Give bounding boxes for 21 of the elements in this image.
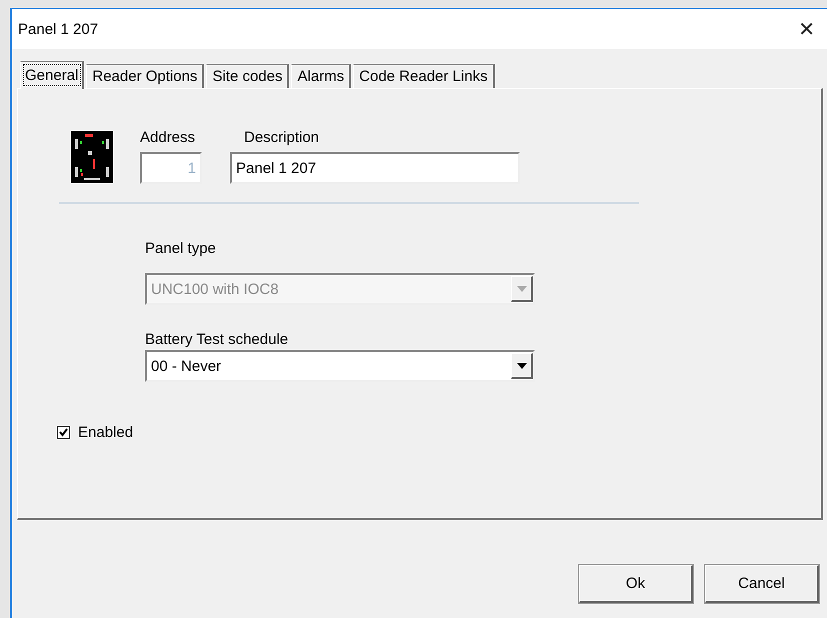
dialog-button[interactable]: Cancel xyxy=(705,565,819,603)
tab[interactable]: Reader Options xyxy=(86,64,204,88)
tab[interactable]: Site codes xyxy=(206,64,290,88)
field-label: Panel type xyxy=(145,240,217,257)
close-button[interactable]: ✕ xyxy=(794,17,819,41)
caret-icon xyxy=(516,362,526,368)
check-icon xyxy=(59,428,68,437)
dropdown-field[interactable]: 00 - Never xyxy=(145,350,535,382)
tab[interactable]: Code Reader Links xyxy=(353,64,495,88)
window-title: Panel 1 207 xyxy=(18,20,98,38)
tab[interactable]: Alarms xyxy=(291,64,352,88)
tab[interactable]: General xyxy=(20,61,84,89)
circuit-board-icon xyxy=(71,131,113,183)
dropdown-button[interactable] xyxy=(511,353,533,379)
field-label: Description xyxy=(244,129,320,146)
field-label: Battery Test schedule xyxy=(145,331,290,348)
dialog-button[interactable]: Ok xyxy=(579,565,693,603)
enabled-checkbox[interactable]: Enabled xyxy=(57,424,134,441)
description-field[interactable]: Panel 1 207 xyxy=(230,152,520,184)
caret-icon xyxy=(516,286,526,292)
field-label: Address xyxy=(140,129,196,146)
